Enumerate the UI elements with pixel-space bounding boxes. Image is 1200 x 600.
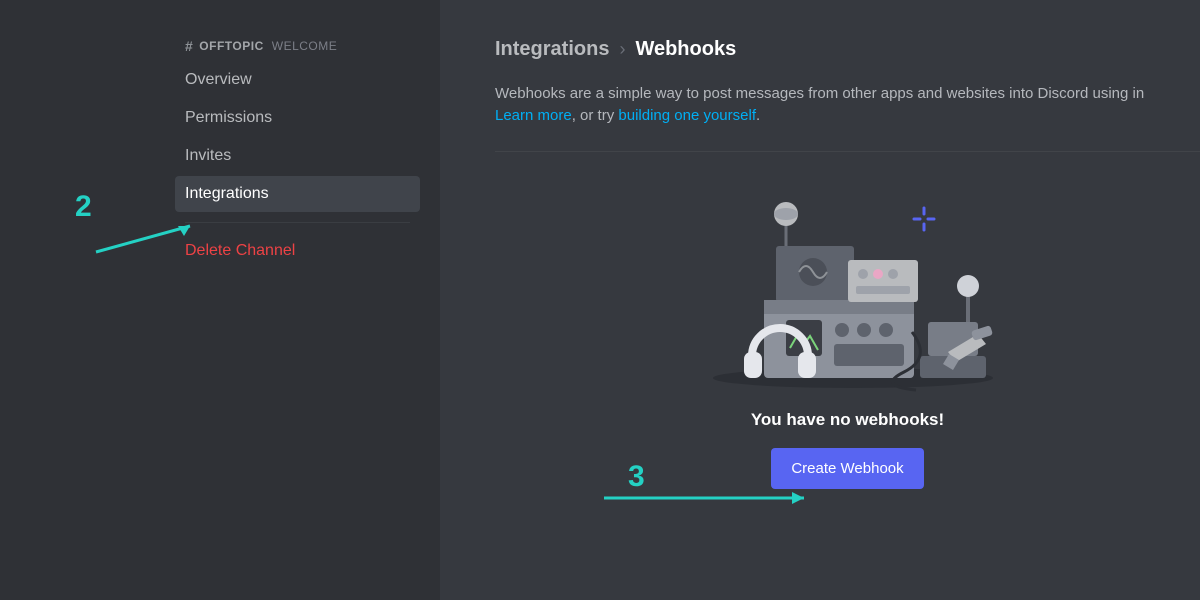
build-yourself-link[interactable]: building one yourself bbox=[618, 107, 756, 124]
sidebar-item-invites[interactable]: Invites bbox=[175, 138, 420, 174]
breadcrumb-current: Webhooks bbox=[635, 38, 736, 61]
chevron-right-icon: › bbox=[619, 39, 625, 60]
settings-sidebar: # OFFTOPIC WELCOME Overview Permissions … bbox=[0, 0, 440, 600]
sidebar-item-overview[interactable]: Overview bbox=[175, 62, 420, 98]
channel-breadcrumb: # OFFTOPIC WELCOME bbox=[175, 38, 420, 62]
sidebar-divider bbox=[185, 222, 410, 223]
delete-channel-button[interactable]: Delete Channel bbox=[175, 233, 420, 269]
empty-state: You have no webhooks! Create Webhook bbox=[495, 182, 1200, 489]
page-description: Webhooks are a simple way to post messag… bbox=[495, 83, 1200, 127]
breadcrumb: Integrations › Webhooks bbox=[495, 38, 1200, 61]
empty-state-title: You have no webhooks! bbox=[751, 410, 944, 430]
desc-text-1: Webhooks are a simple way to post messag… bbox=[495, 85, 1144, 102]
section-divider bbox=[495, 151, 1200, 152]
sidebar-item-integrations[interactable]: Integrations bbox=[175, 176, 420, 212]
breadcrumb-parent[interactable]: Integrations bbox=[495, 38, 609, 61]
learn-more-link[interactable]: Learn more bbox=[495, 107, 572, 124]
webhooks-illustration bbox=[698, 182, 998, 392]
channel-category: WELCOME bbox=[272, 39, 338, 53]
desc-text-3: . bbox=[756, 107, 760, 124]
create-webhook-button[interactable]: Create Webhook bbox=[771, 448, 923, 489]
desc-text-2: , or try bbox=[572, 107, 619, 124]
hash-icon: # bbox=[185, 38, 193, 54]
sidebar-item-permissions[interactable]: Permissions bbox=[175, 100, 420, 136]
main-content: Integrations › Webhooks Webhooks are a s… bbox=[440, 0, 1200, 600]
channel-name: OFFTOPIC bbox=[199, 39, 263, 53]
